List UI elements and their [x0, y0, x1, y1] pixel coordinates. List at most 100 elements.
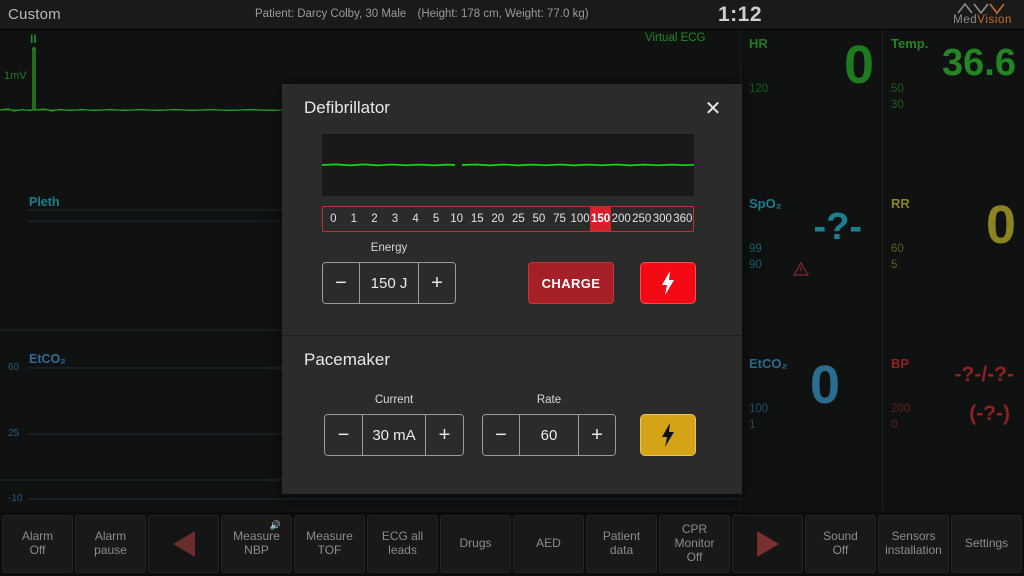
shock-button[interactable] [640, 262, 696, 304]
energy-option-10[interactable]: 10 [446, 207, 467, 231]
energy-label: Energy [370, 242, 408, 254]
pacemaker-rate-decrease-button[interactable]: − [483, 415, 520, 455]
vital-bp-value: -?-/-?- [954, 363, 1014, 386]
toolbar-button-prev-page[interactable] [148, 515, 219, 573]
pacemaker-current-value: 30 mA [363, 415, 425, 455]
energy-option-100[interactable]: 100 [570, 207, 591, 231]
vital-rr[interactable]: RR 0 60 5 [882, 190, 1024, 350]
vital-temp-limit-low: 30 [891, 98, 904, 111]
monitor-screen: Custom Patient: Darcy Colby, 30 Male (He… [0, 0, 1024, 576]
pacemaker-title: Pacemaker [304, 350, 390, 369]
energy-option-300[interactable]: 300 [652, 207, 673, 231]
etco2-tick-high: 60 [8, 362, 20, 373]
vital-temp-label: Temp. [891, 36, 929, 51]
logo-vision-text: Vision [977, 14, 1012, 26]
defibrillator-title: Defibrillator [304, 98, 390, 117]
vital-etco2-limit-high: 100 [749, 403, 769, 415]
energy-option-50[interactable]: 50 [529, 207, 550, 231]
energy-option-0[interactable]: 0 [323, 207, 344, 231]
logo-wordmark: MedVision [953, 14, 1012, 27]
logo-med-text: Med [953, 14, 978, 26]
defibrillator-dialog: Defibrillator ✕ 0 1 2 3 4 5 10 15 20 25 50 75 100 150… [282, 84, 742, 494]
toolbar-button-drugs[interactable]: Drugs [440, 515, 511, 573]
energy-field: Energy − 150 J + [322, 242, 456, 304]
charge-button[interactable]: CHARGE [528, 262, 614, 304]
etco2-tick-low: -10 [8, 493, 23, 504]
energy-option-4[interactable]: 4 [405, 207, 426, 231]
patient-name: Patient: Darcy Colby, 30 Male [255, 8, 407, 20]
bottom-toolbar: Alarm Off Alarm pause 🔊 Measure NBP Measure … [0, 512, 1024, 576]
toolbar-button-alarm-pause[interactable]: Alarm pause [75, 515, 146, 573]
patient-metrics: (Height: 178 cm, Weight: 77.0 kg) [417, 8, 589, 20]
toolbar-label-aed: AED [536, 536, 561, 551]
toolbar-button-measure-nbp[interactable]: 🔊 Measure NBP [221, 515, 292, 573]
toolbar-label-sound-off: Sound Off [823, 529, 858, 557]
pacemaker-rate-increase-button[interactable]: + [578, 415, 615, 455]
vital-spo2[interactable]: SpO₂ -?- 99 90 [740, 190, 882, 350]
energy-option-5[interactable]: 5 [426, 207, 447, 231]
energy-option-25[interactable]: 25 [508, 207, 529, 231]
energy-option-3[interactable]: 3 [385, 207, 406, 231]
pacemaker-start-button[interactable] [640, 414, 696, 456]
pacemaker-current-field: Current − 30 mA + [324, 394, 464, 456]
toolbar-button-alarm-off[interactable]: Alarm Off [2, 515, 73, 573]
defibrillator-section: Defibrillator ✕ 0 1 2 3 4 5 10 15 20 25 50 75 100 150… [282, 84, 742, 336]
energy-option-15[interactable]: 15 [467, 207, 488, 231]
energy-option-150[interactable]: 150 [590, 207, 611, 231]
defib-ecg-strip [321, 134, 695, 196]
vital-temp[interactable]: Temp. 36.6 50 30 [882, 30, 1024, 190]
toolbar-button-next-page[interactable] [732, 515, 803, 573]
vital-hr[interactable]: HR 0 120 [740, 30, 882, 190]
energy-option-2[interactable]: 2 [364, 207, 385, 231]
energy-increase-button[interactable]: + [418, 263, 455, 303]
pacemaker-rate-value: 60 [520, 415, 578, 455]
vital-spo2-limits: 99 90 [749, 242, 762, 273]
medvision-logo: MedVision [953, 0, 1012, 30]
close-icon[interactable]: ✕ [698, 94, 728, 124]
toolbar-button-sound-off[interactable]: Sound Off [805, 515, 876, 573]
toolbar-label-cpr-monitor-off: CPR Monitor Off [674, 522, 715, 564]
energy-option-250[interactable]: 250 [631, 207, 652, 231]
energy-option-20[interactable]: 20 [488, 207, 509, 231]
vital-etco2[interactable]: EtCO₂ 0 100 1 [740, 350, 882, 510]
energy-scale-selector[interactable]: 0 1 2 3 4 5 10 15 20 25 50 75 100 150 200 250 300 360 [322, 206, 694, 232]
toolbar-button-ecg-all-leads[interactable]: ECG all leads [367, 515, 438, 573]
energy-option-360[interactable]: 360 [673, 207, 693, 231]
pacemaker-current-increase-button[interactable]: + [425, 415, 463, 455]
vital-spo2-label: SpO₂ [749, 196, 782, 211]
patient-info: Patient: Darcy Colby, 30 Male (Height: 1… [255, 8, 589, 20]
elapsed-time: 1:12 [717, 3, 763, 26]
toolbar-button-patient-data[interactable]: Patient data [586, 515, 657, 573]
vital-bp-limits: 200 0 [891, 402, 910, 433]
vital-temp-limit-high: 50 [891, 83, 904, 95]
pacemaker-rate-field: Rate − 60 + [482, 394, 616, 456]
toolbar-label-alarm-off: Alarm Off [21, 529, 54, 557]
vital-etco2-limits: 100 1 [749, 402, 768, 433]
pacemaker-current-stepper[interactable]: − 30 mA + [324, 414, 464, 456]
toolbar-label-measure-tof: Measure TOF [306, 529, 353, 557]
toolbar-label-sensors-installation: Sensors installation [885, 529, 942, 557]
vital-hr-limits: 120 [749, 82, 768, 98]
energy-option-75[interactable]: 75 [549, 207, 570, 231]
toolbar-button-settings[interactable]: Settings [951, 515, 1022, 573]
energy-stepper[interactable]: − 150 J + [322, 262, 456, 304]
pacemaker-rate-label: Rate [536, 394, 562, 406]
energy-option-200[interactable]: 200 [611, 207, 632, 231]
toolbar-label-ecg-all-leads: ECG all leads [381, 529, 424, 557]
etco2-tick-mid: 25 [8, 428, 20, 439]
toolbar-button-measure-tof[interactable]: Measure TOF [294, 515, 365, 573]
pacemaker-section: Pacemaker Current − 30 mA + Rate − 60 + [282, 336, 742, 494]
toolbar-button-aed[interactable]: AED [513, 515, 584, 573]
toolbar-button-cpr-monitor-off[interactable]: CPR Monitor Off [659, 515, 730, 573]
vital-spo2-value: -?- [813, 206, 862, 248]
vital-etco2-limit-low: 1 [749, 418, 756, 431]
pacemaker-current-decrease-button[interactable]: − [325, 415, 363, 455]
profile-name[interactable]: Custom [8, 6, 61, 23]
pacemaker-rate-stepper[interactable]: − 60 + [482, 414, 616, 456]
vital-bp[interactable]: BP -?-/-?- (-?-) 200 0 [882, 350, 1024, 510]
toolbar-button-sensors-installation[interactable]: Sensors installation [878, 515, 949, 573]
toolbar-label-measure-nbp: Measure NBP [233, 529, 280, 557]
virtual-ecg-label: Virtual ECG [645, 32, 706, 44]
energy-option-1[interactable]: 1 [344, 207, 365, 231]
energy-decrease-button[interactable]: − [323, 263, 360, 303]
